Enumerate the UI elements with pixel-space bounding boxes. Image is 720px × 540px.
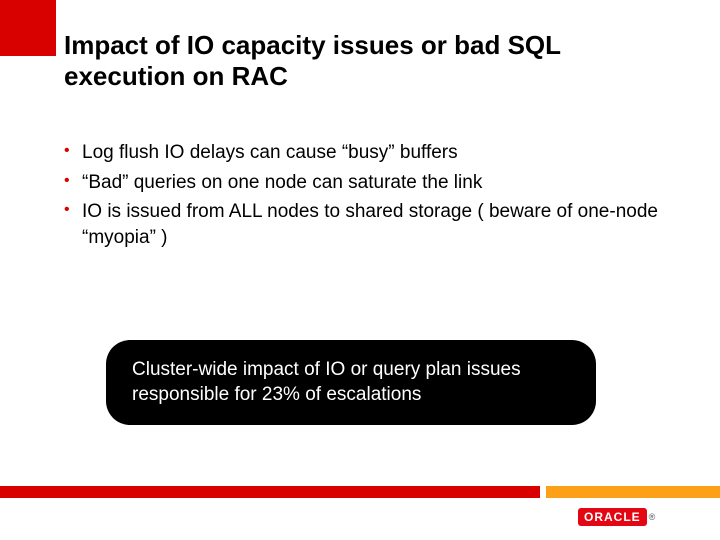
registered-icon: ® xyxy=(649,512,656,522)
bullet-item: IO is issued from ALL nodes to shared st… xyxy=(64,199,664,250)
bullet-text: IO is issued from ALL nodes to shared st… xyxy=(82,201,658,248)
footer-orange-bar xyxy=(546,486,720,498)
bullet-item: “Bad” queries on one node can saturate t… xyxy=(64,170,664,196)
footer-band xyxy=(0,486,720,498)
bullet-item: Log flush IO delays can cause “busy” buf… xyxy=(64,140,664,166)
bullet-text: “Bad” queries on one node can saturate t… xyxy=(82,172,482,193)
bullet-text: Log flush IO delays can cause “busy” buf… xyxy=(82,142,458,163)
callout-box: Cluster-wide impact of IO or query plan … xyxy=(106,340,596,425)
logo-text: ORACLE xyxy=(578,508,647,526)
oracle-logo: ORACLE® xyxy=(578,506,698,528)
footer-red-bar xyxy=(0,486,540,498)
accent-square xyxy=(0,0,56,56)
slide-title: Impact of IO capacity issues or bad SQL … xyxy=(64,30,664,92)
slide: Impact of IO capacity issues or bad SQL … xyxy=(0,0,720,540)
bullet-list: Log flush IO delays can cause “busy” buf… xyxy=(64,140,664,255)
callout-text: Cluster-wide impact of IO or query plan … xyxy=(132,358,570,407)
